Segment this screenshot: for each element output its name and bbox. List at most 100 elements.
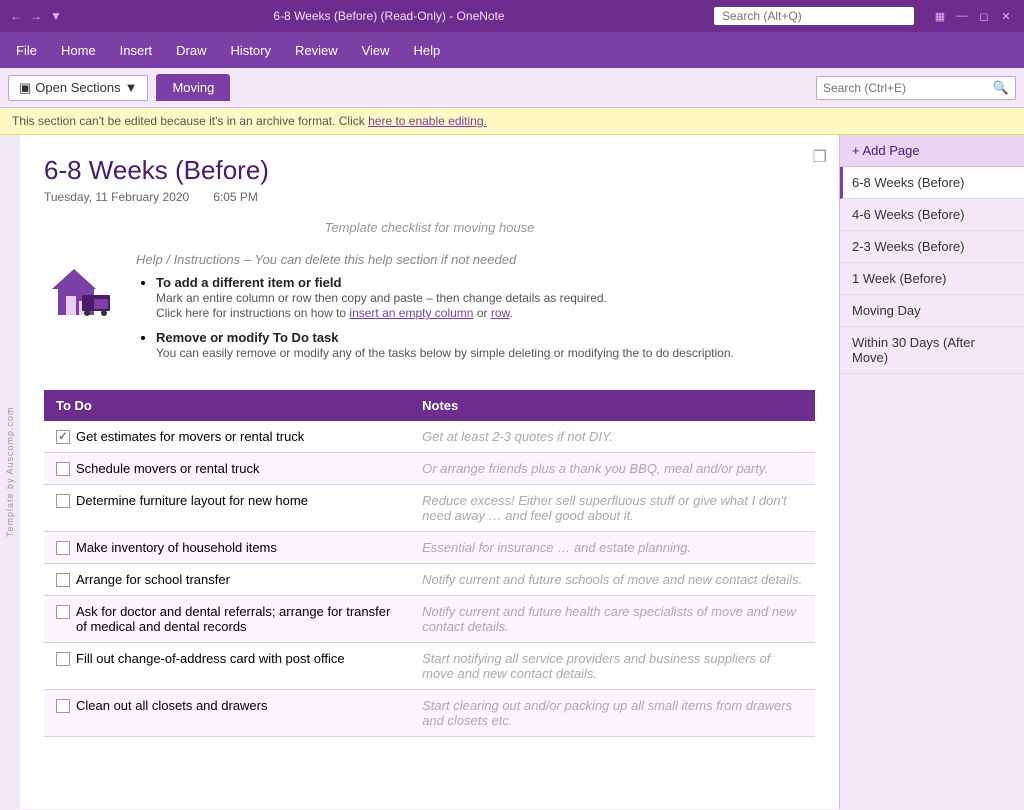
page-item[interactable]: 4-6 Weeks (Before) [840, 199, 1024, 231]
window-controls-left[interactable]: ← → ▼ [8, 8, 64, 24]
add-page-button[interactable]: + Add Page [840, 135, 1024, 167]
page-time: 6:05 PM [213, 190, 258, 204]
table-row: Make inventory of household items Essent… [44, 532, 815, 564]
task-checkbox[interactable] [56, 430, 70, 444]
task-text: Fill out change-of-address card with pos… [76, 651, 345, 666]
task-text: Clean out all closets and drawers [76, 698, 268, 713]
toolbar-search[interactable]: 🔍 [816, 76, 1016, 100]
task-text: Determine furniture layout for new home [76, 493, 308, 508]
more-button[interactable]: ▼ [48, 8, 64, 24]
task-text: Arrange for school transfer [76, 572, 230, 587]
icon-area: Help / Instructions – You can delete thi… [44, 251, 815, 370]
notes-cell: Essential for insurance … and estate pla… [410, 532, 815, 564]
instruction-item-1: To add a different item or field Mark an… [156, 275, 815, 320]
page-subtitle: Template checklist for moving house [44, 220, 815, 235]
task-checkbox[interactable] [56, 541, 70, 555]
insert-row-link[interactable]: row [491, 306, 510, 320]
menu-home[interactable]: Home [49, 37, 108, 64]
title-bar: ← → ▼ 6-8 Weeks (Before) (Read-Only) - O… [0, 0, 1024, 32]
instruction-item-2: Remove or modify To Do task You can easi… [156, 330, 815, 360]
content-area: ❐ 6-8 Weeks (Before) Tuesday, 11 Februar… [20, 135, 839, 809]
page-item[interactable]: Within 30 Days (After Move) [840, 327, 1024, 374]
title-search-input[interactable] [714, 7, 914, 25]
task-check-cell: Ask for doctor and dental referrals; arr… [56, 604, 398, 634]
expand-icon[interactable]: ❐ [813, 147, 827, 167]
instructions-title: Help / Instructions – You can delete thi… [136, 251, 815, 267]
page-item[interactable]: 1 Week (Before) [840, 263, 1024, 295]
notes-cell: Start clearing out and/or packing up all… [410, 690, 815, 737]
task-cell: Ask for doctor and dental referrals; arr… [44, 596, 410, 643]
task-checkbox[interactable] [56, 699, 70, 713]
archive-text: This section can't be edited because it'… [12, 114, 368, 128]
minimize-button[interactable]: — [952, 6, 972, 26]
page-item[interactable]: 2-3 Weeks (Before) [840, 231, 1024, 263]
menu-history[interactable]: History [219, 37, 283, 64]
pages-list: 6-8 Weeks (Before)4-6 Weeks (Before)2-3 … [840, 167, 1024, 374]
restore-button[interactable]: ◻ [974, 6, 994, 26]
task-text: Make inventory of household items [76, 540, 277, 555]
menu-help[interactable]: Help [402, 37, 453, 64]
notes-cell: Notify current and future schools of mov… [410, 564, 815, 596]
task-check-cell: Get estimates for movers or rental truck [56, 429, 398, 444]
table-row: Arrange for school transfer Notify curre… [44, 564, 815, 596]
moving-tab[interactable]: Moving [156, 74, 230, 101]
watermark-text: Template by Auscomp.com [5, 407, 15, 538]
menu-view[interactable]: View [350, 37, 402, 64]
archive-notice: This section can't be edited because it'… [0, 108, 1024, 135]
table-row: Fill out change-of-address card with pos… [44, 643, 815, 690]
notes-cell: Start notifying all service providers an… [410, 643, 815, 690]
todo-header: To Do [44, 390, 410, 421]
task-check-cell: Schedule movers or rental truck [56, 461, 398, 476]
menu-file[interactable]: File [4, 37, 49, 64]
notes-cell: Get at least 2-3 quotes if not DIY. [410, 421, 815, 453]
instructions-list: To add a different item or field Mark an… [136, 275, 815, 360]
task-checkbox[interactable] [56, 605, 70, 619]
page-item[interactable]: Moving Day [840, 295, 1024, 327]
back-button[interactable]: ← [8, 8, 24, 24]
search-input[interactable] [823, 81, 993, 95]
menu-draw[interactable]: Draw [164, 37, 218, 64]
menu-review[interactable]: Review [283, 37, 350, 64]
dropdown-icon: ▼ [125, 80, 138, 95]
task-check-cell: Clean out all closets and drawers [56, 698, 398, 713]
instruction-desc-1: Mark an entire column or row then copy a… [156, 291, 607, 320]
notes-cell: Or arrange friends plus a thank you BBQ,… [410, 453, 815, 485]
page-title: 6-8 Weeks (Before) [44, 155, 815, 186]
right-panel: + Add Page 6-8 Weeks (Before)4-6 Weeks (… [839, 135, 1024, 809]
menu-insert[interactable]: Insert [108, 37, 165, 64]
insert-column-link[interactable]: insert an empty column [349, 306, 473, 320]
task-cell: Make inventory of household items [44, 532, 410, 564]
enable-editing-link[interactable]: here to enable editing. [368, 114, 487, 128]
task-cell: Fill out change-of-address card with pos… [44, 643, 410, 690]
search-icon[interactable]: 🔍 [993, 80, 1009, 96]
task-text: Schedule movers or rental truck [76, 461, 260, 476]
notes-header: Notes [410, 390, 815, 421]
close-button[interactable]: ✕ [996, 6, 1016, 26]
notes-cell: Notify current and future health care sp… [410, 596, 815, 643]
task-checkbox[interactable] [56, 652, 70, 666]
page-date: Tuesday, 11 February 2020 [44, 190, 189, 204]
house-truck-icon [44, 251, 116, 323]
task-cell: Clean out all closets and drawers [44, 690, 410, 737]
table-row: Get estimates for movers or rental truck… [44, 421, 815, 453]
window-title: 6-8 Weeks (Before) (Read-Only) - OneNote [72, 9, 706, 23]
open-sections-button[interactable]: ▣ Open Sections ▼ [8, 75, 148, 101]
open-sections-label: Open Sections [35, 80, 120, 95]
window-controls-right[interactable]: ▦ — ◻ ✕ [930, 6, 1016, 26]
sections-icon: ▣ [19, 80, 31, 96]
task-check-cell: Fill out change-of-address card with pos… [56, 651, 398, 666]
table-row: Clean out all closets and drawers Start … [44, 690, 815, 737]
table-row: Ask for doctor and dental referrals; arr… [44, 596, 815, 643]
task-cell: Determine furniture layout for new home [44, 485, 410, 532]
todo-table: To Do Notes Get estimates for movers or … [44, 390, 815, 737]
task-checkbox[interactable] [56, 573, 70, 587]
task-text: Ask for doctor and dental referrals; arr… [76, 604, 398, 634]
notes-cell: Reduce excess! Either sell superfluous s… [410, 485, 815, 532]
task-checkbox[interactable] [56, 462, 70, 476]
page-item[interactable]: 6-8 Weeks (Before) [840, 167, 1024, 199]
task-text: Get estimates for movers or rental truck [76, 429, 304, 444]
toolbar: ▣ Open Sections ▼ Moving 🔍 [0, 68, 1024, 108]
forward-button[interactable]: → [28, 8, 44, 24]
task-checkbox[interactable] [56, 494, 70, 508]
watermark-strip: Template by Auscomp.com [0, 135, 20, 809]
